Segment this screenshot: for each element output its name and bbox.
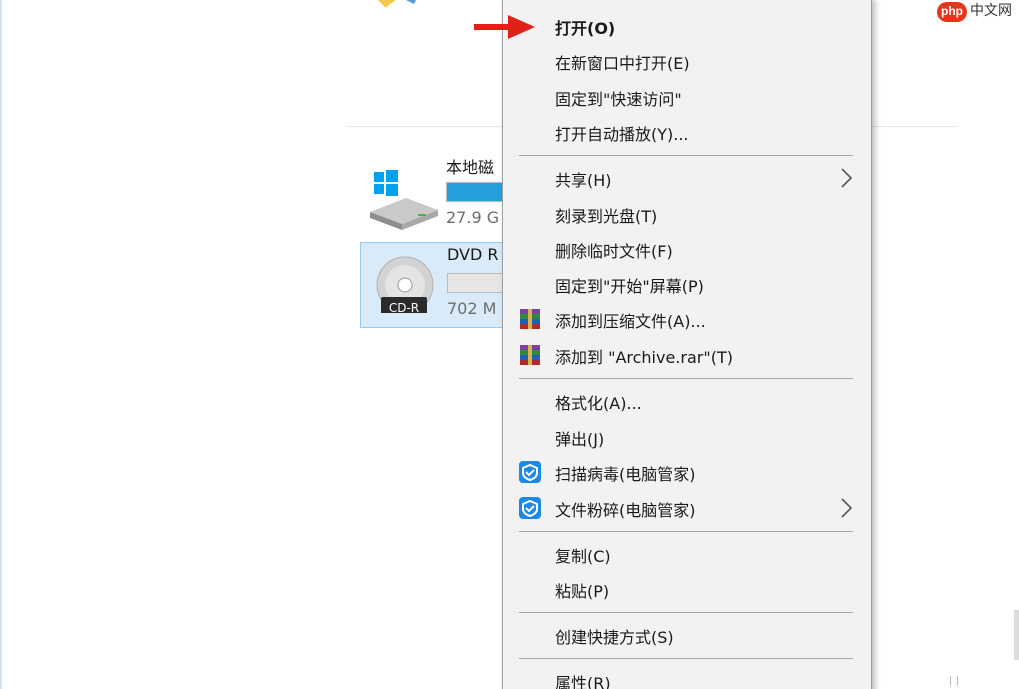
folder-icon xyxy=(378,0,416,8)
red-arrow-icon xyxy=(474,15,535,39)
menu-item-properties[interactable]: 属性(R) xyxy=(503,666,871,689)
resize-grip xyxy=(950,676,958,686)
menu-item-paste[interactable]: 粘贴(P) xyxy=(503,574,871,604)
watermark: php 中文网 xyxy=(937,2,1017,22)
menu-item-create-shortcut[interactable]: 创建快捷方式(S) xyxy=(503,620,871,650)
drive-dvd[interactable]: CD-R DVD R 702 M xyxy=(360,242,511,328)
drive-usage-bar xyxy=(446,182,510,202)
drive-name: 本地磁 xyxy=(446,158,495,177)
drive-size: 27.9 G xyxy=(446,208,500,227)
menu-item-pin-quick-access[interactable]: 固定到"快速访问" xyxy=(503,82,871,112)
winrar-icon xyxy=(520,345,540,365)
windows-drive-icon xyxy=(370,170,438,230)
drive-name: DVD R xyxy=(447,245,499,264)
menu-item-pin-to-start[interactable]: 固定到"开始"屏幕(P) xyxy=(503,269,871,299)
menu-item-copy[interactable]: 复制(C) xyxy=(503,539,871,569)
tencent-shield-icon xyxy=(519,497,541,519)
watermark-logo: php xyxy=(937,2,967,22)
cd-r-disc-icon: CD-R xyxy=(376,256,434,313)
menu-item-add-to-archive-rar[interactable]: 添加到 "Archive.rar"(T) xyxy=(503,340,871,370)
window-border xyxy=(0,0,2,689)
drive-size: 702 M xyxy=(447,299,497,318)
menu-item-open[interactable]: 打开(O) xyxy=(503,11,871,41)
menu-item-scan-virus[interactable]: 扫描病毒(电脑管家) xyxy=(503,457,871,487)
drive-usage-fill xyxy=(447,183,503,201)
menu-separator xyxy=(519,155,853,156)
chevron-right-icon xyxy=(841,498,853,518)
menu-item-burn-to-disc[interactable]: 刻录到光盘(T) xyxy=(503,199,871,229)
scrollbar-edge xyxy=(1014,610,1019,660)
context-menu: 打开(O) 在新窗口中打开(E) 固定到"快速访问" 打开自动播放(Y)... … xyxy=(502,0,872,689)
menu-item-share[interactable]: 共享(H) xyxy=(503,163,871,193)
menu-separator xyxy=(519,531,853,532)
menu-item-eject[interactable]: 弹出(J) xyxy=(503,422,871,452)
drive-local-disk[interactable]: 本地磁 27.9 G xyxy=(360,152,510,238)
menu-item-open-new-window[interactable]: 在新窗口中打开(E) xyxy=(503,46,871,76)
menu-item-file-shredder[interactable]: 文件粉碎(电脑管家) xyxy=(503,493,871,523)
watermark-text: 中文网 xyxy=(970,3,1012,19)
chevron-right-icon xyxy=(841,168,853,188)
menu-item-autoplay[interactable]: 打开自动播放(Y)... xyxy=(503,117,871,147)
winrar-icon xyxy=(520,309,540,329)
menu-item-delete-temp-files[interactable]: 删除临时文件(F) xyxy=(503,234,871,264)
cd-r-badge: CD-R xyxy=(389,301,419,313)
menu-item-format[interactable]: 格式化(A)... xyxy=(503,386,871,416)
tencent-shield-icon xyxy=(519,461,541,483)
menu-separator xyxy=(519,658,853,659)
menu-item-add-to-archive[interactable]: 添加到压缩文件(A)... xyxy=(503,304,871,334)
menu-separator xyxy=(519,612,853,613)
menu-separator xyxy=(519,378,853,379)
